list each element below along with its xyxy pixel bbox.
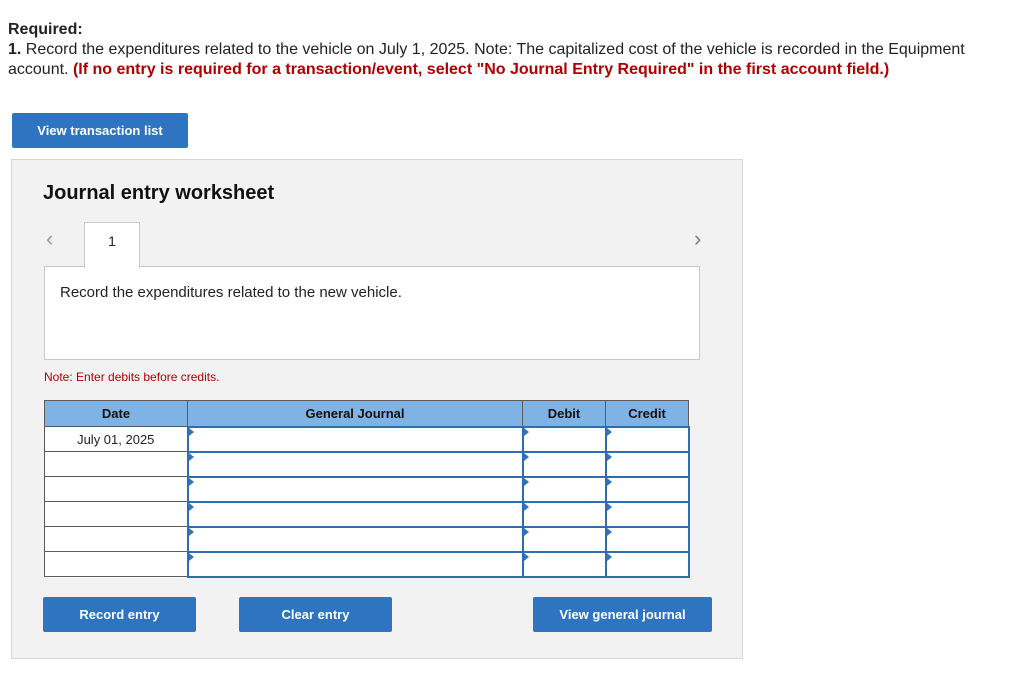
debit-input[interactable]: [523, 477, 605, 501]
account-input[interactable]: [188, 427, 522, 451]
date-cell: [44, 501, 188, 527]
account-input[interactable]: [188, 477, 522, 501]
worksheet-title: Journal entry worksheet: [43, 182, 275, 204]
table-row: [44, 450, 690, 478]
date-cell: [44, 451, 188, 477]
credit-input[interactable]: [606, 477, 688, 501]
table-row: [44, 525, 690, 553]
table-row: July 01, 2025: [44, 425, 690, 453]
chevron-left-icon[interactable]: ‹: [46, 228, 53, 250]
account-input[interactable]: [188, 527, 522, 551]
date-cell: [44, 476, 188, 502]
record-entry-button[interactable]: Record entry: [43, 597, 196, 632]
transaction-description: Record the expenditures related to the n…: [60, 284, 402, 301]
account-cell[interactable]: [186, 450, 524, 478]
view-transaction-list-button[interactable]: View transaction list: [12, 113, 188, 148]
date-cell: [44, 551, 188, 577]
debits-credits-note: Note: Enter debits before credits.: [44, 370, 220, 384]
credit-cell[interactable]: [604, 450, 690, 478]
debit-input[interactable]: [523, 452, 605, 476]
header-date: Date: [44, 400, 188, 427]
journal-entry-table: Date General Journal Debit Credit July 0…: [44, 400, 690, 578]
credit-input[interactable]: [606, 427, 688, 451]
debit-input[interactable]: [523, 427, 605, 451]
account-cell[interactable]: [186, 525, 524, 553]
debit-input[interactable]: [523, 527, 605, 551]
debit-input[interactable]: [523, 502, 605, 526]
credit-cell[interactable]: [604, 525, 690, 553]
required-instructions: Required: 1. Record the expenditures rel…: [8, 20, 1020, 80]
transaction-description-box: Record the expenditures related to the n…: [44, 266, 700, 360]
credit-input[interactable]: [606, 452, 688, 476]
required-title: Required:: [8, 21, 83, 38]
required-item-1: 1. Record the expenditures related to th…: [8, 40, 1020, 80]
debit-cell[interactable]: [521, 525, 607, 553]
account-cell[interactable]: [186, 425, 524, 453]
worksheet-tab-1[interactable]: 1: [84, 222, 140, 268]
debit-cell[interactable]: [521, 425, 607, 453]
table-row: [44, 475, 690, 503]
date-cell: [44, 526, 188, 552]
account-input[interactable]: [188, 552, 522, 576]
account-input[interactable]: [188, 452, 522, 476]
account-cell[interactable]: [186, 550, 524, 578]
account-input[interactable]: [188, 502, 522, 526]
debit-cell[interactable]: [521, 500, 607, 528]
debit-cell[interactable]: [521, 550, 607, 578]
table-header-row: Date General Journal Debit Credit: [44, 400, 689, 427]
required-item-number: 1.: [8, 41, 22, 58]
credit-input[interactable]: [606, 552, 688, 576]
credit-cell[interactable]: [604, 550, 690, 578]
account-cell[interactable]: [186, 475, 524, 503]
date-cell: July 01, 2025: [44, 426, 188, 452]
debit-input[interactable]: [523, 552, 605, 576]
debit-cell[interactable]: [521, 450, 607, 478]
credit-input[interactable]: [606, 527, 688, 551]
header-credit: Credit: [605, 400, 689, 427]
credit-input[interactable]: [606, 502, 688, 526]
credit-cell[interactable]: [604, 425, 690, 453]
table-row: [44, 500, 690, 528]
header-debit: Debit: [522, 400, 606, 427]
debit-cell[interactable]: [521, 475, 607, 503]
journal-entry-worksheet: Journal entry worksheet ‹ › 1 Record the…: [11, 159, 743, 659]
chevron-right-icon[interactable]: ›: [694, 228, 701, 250]
credit-cell[interactable]: [604, 500, 690, 528]
table-row: [44, 550, 690, 578]
account-cell[interactable]: [186, 500, 524, 528]
view-general-journal-button[interactable]: View general journal: [533, 597, 712, 632]
clear-entry-button[interactable]: Clear entry: [239, 597, 392, 632]
credit-cell[interactable]: [604, 475, 690, 503]
header-general-journal: General Journal: [187, 400, 523, 427]
required-item-emphasis: (If no entry is required for a transacti…: [72, 61, 890, 78]
